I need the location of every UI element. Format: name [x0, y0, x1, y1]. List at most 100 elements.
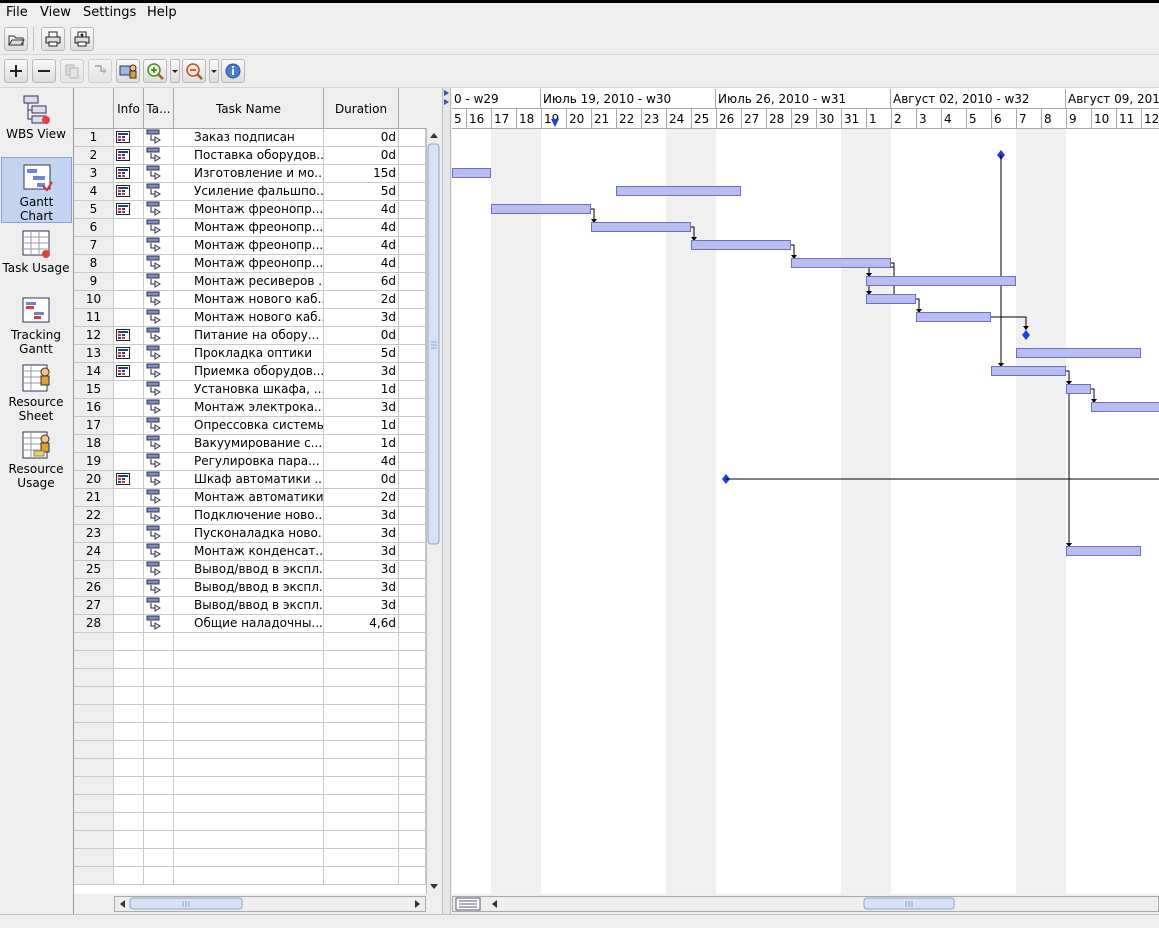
- task-bar[interactable]: [866, 276, 1016, 286]
- duration-cell[interactable]: 4d: [324, 219, 399, 236]
- task-name-cell[interactable]: Поставка оборудов...: [174, 147, 324, 164]
- duration-cell[interactable]: [324, 813, 399, 830]
- row-number[interactable]: 3: [74, 165, 114, 182]
- row-number[interactable]: 4: [74, 183, 114, 200]
- task-table-vertical-scrollbar[interactable]: [426, 128, 441, 894]
- link-tasks-button[interactable]: [88, 59, 112, 83]
- table-row[interactable]: 10 Монтаж нового каб... 2d: [74, 291, 426, 309]
- task-name-cell[interactable]: [174, 759, 324, 776]
- task-bar[interactable]: [1091, 402, 1159, 412]
- task-bar[interactable]: [1016, 348, 1141, 358]
- info-cell[interactable]: [114, 633, 144, 650]
- task-name-cell[interactable]: Вывод/ввод в экспл...: [174, 597, 324, 614]
- table-row[interactable]: 20 Шкаф автоматики ... 0d: [74, 471, 426, 489]
- task-name-cell[interactable]: Опрессовка системы: [174, 417, 324, 434]
- table-row[interactable]: 6 Монтаж фреонопр... 4d: [74, 219, 426, 237]
- extra-cell[interactable]: [399, 525, 426, 542]
- row-number[interactable]: 1: [74, 129, 114, 146]
- table-row[interactable]: 27 Вывод/ввод в экспл... 3d: [74, 597, 426, 615]
- table-row[interactable]: 25 Вывод/ввод в экспл... 3d: [74, 561, 426, 579]
- extra-cell[interactable]: [399, 165, 426, 182]
- task-name-cell[interactable]: [174, 813, 324, 830]
- task-bar[interactable]: [866, 294, 916, 304]
- table-row[interactable]: [74, 669, 426, 687]
- task-type-cell[interactable]: [144, 129, 174, 146]
- row-number[interactable]: 18: [74, 435, 114, 452]
- extra-cell[interactable]: [399, 723, 426, 740]
- table-row[interactable]: [74, 831, 426, 849]
- table-row[interactable]: 13 Прокладка оптики 5d: [74, 345, 426, 363]
- extra-cell[interactable]: [399, 219, 426, 236]
- extra-cell[interactable]: [399, 543, 426, 560]
- extra-cell[interactable]: [399, 345, 426, 362]
- duration-cell[interactable]: 1d: [324, 417, 399, 434]
- task-name-cell[interactable]: Заказ подписан: [174, 129, 324, 146]
- task-name-cell[interactable]: Монтаж электрока...: [174, 399, 324, 416]
- table-row[interactable]: [74, 813, 426, 831]
- duration-cell[interactable]: [324, 669, 399, 686]
- extra-cell[interactable]: [399, 417, 426, 434]
- duration-cell[interactable]: 3d: [324, 363, 399, 380]
- task-type-cell[interactable]: [144, 669, 174, 686]
- extra-cell[interactable]: [399, 849, 426, 866]
- task-type-cell[interactable]: [144, 183, 174, 200]
- table-row[interactable]: 2 Поставка оборудов... 0d: [74, 147, 426, 165]
- task-type-cell[interactable]: [144, 507, 174, 524]
- task-type-cell[interactable]: [144, 489, 174, 506]
- copy-button[interactable]: [60, 59, 84, 83]
- row-number[interactable]: 2: [74, 147, 114, 164]
- task-name-cell[interactable]: [174, 849, 324, 866]
- sidebar-item-task-usage[interactable]: Task Usage: [0, 224, 72, 290]
- info-cell[interactable]: [114, 273, 144, 290]
- row-number[interactable]: 15: [74, 381, 114, 398]
- info-cell[interactable]: [114, 561, 144, 578]
- duration-cell[interactable]: 4d: [324, 453, 399, 470]
- info-cell[interactable]: [114, 219, 144, 236]
- extra-cell[interactable]: [399, 471, 426, 488]
- info-cell[interactable]: [114, 795, 144, 812]
- table-row[interactable]: [74, 651, 426, 669]
- duration-cell[interactable]: [324, 849, 399, 866]
- task-name-cell[interactable]: [174, 867, 324, 884]
- info-cell[interactable]: [114, 597, 144, 614]
- add-task-button[interactable]: [4, 59, 28, 83]
- zoom-out-dropdown[interactable]: [209, 59, 219, 83]
- duration-cell[interactable]: [324, 759, 399, 776]
- duration-cell[interactable]: 6d: [324, 273, 399, 290]
- task-type-cell[interactable]: [144, 381, 174, 398]
- task-bar[interactable]: [491, 204, 591, 214]
- extra-cell[interactable]: [399, 687, 426, 704]
- row-number[interactable]: [74, 651, 114, 668]
- task-bar[interactable]: [1066, 384, 1091, 394]
- table-row[interactable]: 28 Общие наладочны... 4,6d: [74, 615, 426, 633]
- duration-cell[interactable]: [324, 651, 399, 668]
- row-number[interactable]: [74, 777, 114, 794]
- table-row[interactable]: 7 Монтаж фреонопр... 4d: [74, 237, 426, 255]
- info-cell[interactable]: [114, 453, 144, 470]
- info-cell[interactable]: [114, 723, 144, 740]
- duration-cell[interactable]: 5d: [324, 345, 399, 362]
- row-number[interactable]: 14: [74, 363, 114, 380]
- task-name-cell[interactable]: Вывод/ввод в экспл...: [174, 561, 324, 578]
- duration-cell[interactable]: 2d: [324, 489, 399, 506]
- sidebar-item-tracking-gantt[interactable]: Tracking Gantt: [0, 291, 72, 357]
- task-type-cell[interactable]: [144, 291, 174, 308]
- task-name-cell[interactable]: Приемка оборудов...: [174, 363, 324, 380]
- duration-cell[interactable]: [324, 741, 399, 758]
- table-row[interactable]: 15 Установка шкафа, ... 1d: [74, 381, 426, 399]
- duration-cell[interactable]: 0d: [324, 129, 399, 146]
- row-number[interactable]: [74, 813, 114, 830]
- table-row[interactable]: 24 Монтаж конденсат... 3d: [74, 543, 426, 561]
- info-cell[interactable]: [114, 327, 144, 344]
- extra-cell[interactable]: [399, 435, 426, 452]
- task-name-cell[interactable]: Монтаж фреонопр...: [174, 201, 324, 218]
- info-cell[interactable]: [114, 705, 144, 722]
- info-cell[interactable]: [114, 255, 144, 272]
- duration-cell[interactable]: 15d: [324, 165, 399, 182]
- open-folder-button[interactable]: [4, 27, 28, 51]
- duration-cell[interactable]: [324, 795, 399, 812]
- menu-file[interactable]: File: [6, 5, 28, 20]
- zoom-in-dropdown[interactable]: [170, 59, 180, 83]
- task-name-cell[interactable]: Монтаж фреонопр...: [174, 255, 324, 272]
- duration-cell[interactable]: [324, 687, 399, 704]
